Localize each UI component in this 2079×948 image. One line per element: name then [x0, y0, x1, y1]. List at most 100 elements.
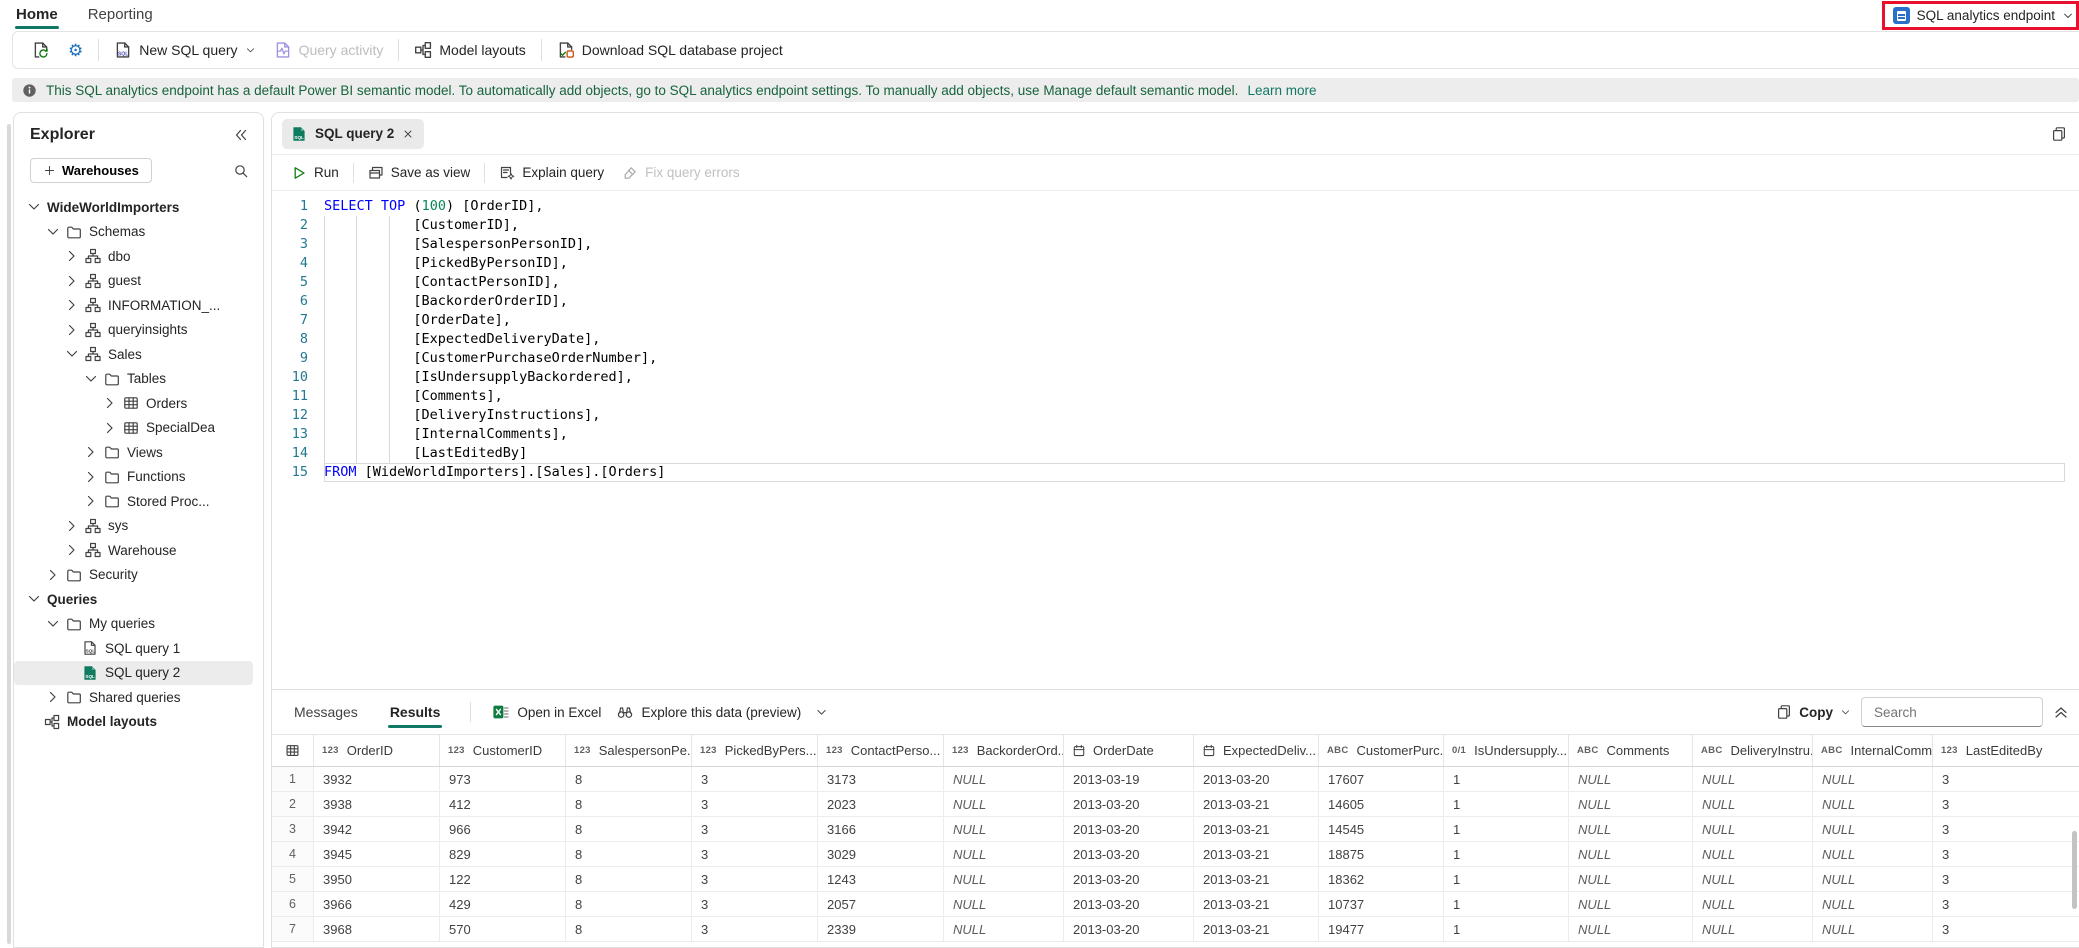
model-layouts-button[interactable]: Model layouts: [405, 36, 534, 64]
cell[interactable]: NULL: [944, 767, 1064, 791]
cell[interactable]: 18362: [1319, 867, 1444, 891]
menu-tab-reporting[interactable]: Reporting: [86, 2, 155, 27]
column-header-lasteditedby[interactable]: 123 LastEditedBy: [1933, 735, 2079, 766]
cell[interactable]: NULL: [944, 792, 1064, 816]
cell[interactable]: 2013-03-20: [1064, 867, 1194, 891]
cell[interactable]: 19477: [1319, 917, 1444, 941]
new-item-button[interactable]: [23, 36, 59, 64]
cell[interactable]: 2013-03-20: [1194, 767, 1319, 791]
search-input[interactable]: [1872, 703, 2032, 721]
tree-item-wideworldimporters[interactable]: WideWorldImporters: [14, 195, 253, 220]
explore-data-button[interactable]: Explore this data (preview): [609, 699, 809, 725]
cell[interactable]: 3166: [818, 817, 944, 841]
tree-item-functions[interactable]: Functions: [14, 465, 253, 490]
tree-item-sales[interactable]: Sales: [14, 342, 253, 367]
cell[interactable]: 3029: [818, 842, 944, 866]
cell[interactable]: NULL: [1693, 842, 1813, 866]
cell[interactable]: 829: [440, 842, 566, 866]
new-sql-query-button[interactable]: New SQL query: [105, 36, 264, 64]
row-number[interactable]: 4: [272, 842, 314, 866]
cell[interactable]: 8: [566, 892, 692, 916]
learn-more-link[interactable]: Learn more: [1247, 83, 1316, 98]
cell[interactable]: NULL: [1813, 817, 1933, 841]
cell[interactable]: NULL: [944, 817, 1064, 841]
editor-line[interactable]: 5 [ContactPersonID],: [272, 273, 2079, 292]
column-header-contactperso[interactable]: 123 ContactPerso...: [818, 735, 944, 766]
cell[interactable]: 2013-03-20: [1064, 892, 1194, 916]
cell[interactable]: 3: [1933, 842, 2079, 866]
cell[interactable]: 3950: [314, 867, 440, 891]
cell[interactable]: NULL: [944, 917, 1064, 941]
cell[interactable]: 429: [440, 892, 566, 916]
cell[interactable]: 8: [566, 842, 692, 866]
cell[interactable]: 973: [440, 767, 566, 791]
results-scrollbar[interactable]: [2072, 831, 2077, 909]
editor-line[interactable]: 14 [LastEditedBy]: [272, 444, 2079, 463]
editor-line[interactable]: 2 [CustomerID],: [272, 216, 2079, 235]
tree-item-stored-proc[interactable]: Stored Proc...: [14, 489, 253, 514]
cell[interactable]: 14605: [1319, 792, 1444, 816]
copy-results-button[interactable]: Copy: [1776, 704, 1851, 720]
row-number[interactable]: 3: [272, 817, 314, 841]
explore-dropdown-chevron-icon[interactable]: [815, 706, 828, 719]
tree-item-model-layouts[interactable]: Model layouts: [14, 710, 253, 735]
cell[interactable]: 3: [1933, 867, 2079, 891]
row-number[interactable]: 6: [272, 892, 314, 916]
cell[interactable]: 3: [1933, 817, 2079, 841]
cell[interactable]: 2013-03-21: [1194, 817, 1319, 841]
cell[interactable]: 8: [566, 817, 692, 841]
editor-line[interactable]: 9 [CustomerPurchaseOrderNumber],: [272, 349, 2079, 368]
column-header-isundersupply[interactable]: 0/1 IsUndersupply...: [1444, 735, 1569, 766]
row-number[interactable]: 7: [272, 917, 314, 941]
cell[interactable]: NULL: [1569, 767, 1693, 791]
tab-results[interactable]: Results: [387, 694, 443, 730]
cell[interactable]: NULL: [1569, 867, 1693, 891]
tree-item-tables[interactable]: Tables: [14, 367, 253, 392]
editor-line[interactable]: 11 [Comments],: [272, 387, 2079, 406]
cell[interactable]: 1: [1444, 842, 1569, 866]
row-number[interactable]: 5: [272, 867, 314, 891]
cell[interactable]: NULL: [1813, 842, 1933, 866]
tree-item-queryinsights[interactable]: queryinsights: [14, 318, 253, 343]
cell[interactable]: NULL: [944, 842, 1064, 866]
cell[interactable]: 1: [1444, 917, 1569, 941]
search-icon[interactable]: [233, 163, 249, 179]
cell[interactable]: NULL: [1569, 892, 1693, 916]
collapse-results-icon[interactable]: [2053, 704, 2069, 720]
tree-item-views[interactable]: Views: [14, 440, 253, 465]
download-sql-project-button[interactable]: Download SQL database project: [548, 36, 792, 64]
editor-line[interactable]: 12 [DeliveryInstructions],: [272, 406, 2079, 425]
run-button[interactable]: Run: [282, 160, 348, 186]
column-header-customerid[interactable]: 123 CustomerID: [440, 735, 566, 766]
cell[interactable]: NULL: [1693, 892, 1813, 916]
cell[interactable]: 3938: [314, 792, 440, 816]
tree-item-sql-query-1[interactable]: SQL query 1: [14, 636, 253, 661]
explain-query-button[interactable]: Explain query: [490, 160, 613, 186]
cell[interactable]: NULL: [1813, 767, 1933, 791]
cell[interactable]: 2013-03-20: [1064, 917, 1194, 941]
query-activity-button[interactable]: Query activity: [265, 36, 393, 64]
cell[interactable]: 3: [692, 917, 818, 941]
editor-line[interactable]: 10 [IsUndersupplyBackordered],: [272, 368, 2079, 387]
tab-messages[interactable]: Messages: [292, 694, 360, 730]
cell[interactable]: NULL: [1693, 867, 1813, 891]
cell[interactable]: 3932: [314, 767, 440, 791]
cell[interactable]: 3942: [314, 817, 440, 841]
close-tab-icon[interactable]: [402, 128, 414, 140]
cell[interactable]: 3: [1933, 917, 2079, 941]
row-number[interactable]: 1: [272, 767, 314, 791]
cell[interactable]: NULL: [1569, 792, 1693, 816]
collapse-explorer-icon[interactable]: [233, 127, 249, 143]
cell[interactable]: 17607: [1319, 767, 1444, 791]
tree-item-schemas[interactable]: Schemas: [14, 220, 253, 245]
cell[interactable]: 1243: [818, 867, 944, 891]
add-warehouses-button[interactable]: Warehouses: [30, 158, 152, 183]
cell[interactable]: 3968: [314, 917, 440, 941]
cell[interactable]: NULL: [1569, 917, 1693, 941]
cell[interactable]: 3: [692, 892, 818, 916]
column-header-comments[interactable]: ABC Comments: [1569, 735, 1693, 766]
column-header-pickedbypers[interactable]: 123 PickedByPers...: [692, 735, 818, 766]
tree-item-specialdea[interactable]: SpecialDea: [14, 416, 253, 441]
menu-tab-home[interactable]: Home: [14, 2, 60, 29]
cell[interactable]: NULL: [1569, 817, 1693, 841]
